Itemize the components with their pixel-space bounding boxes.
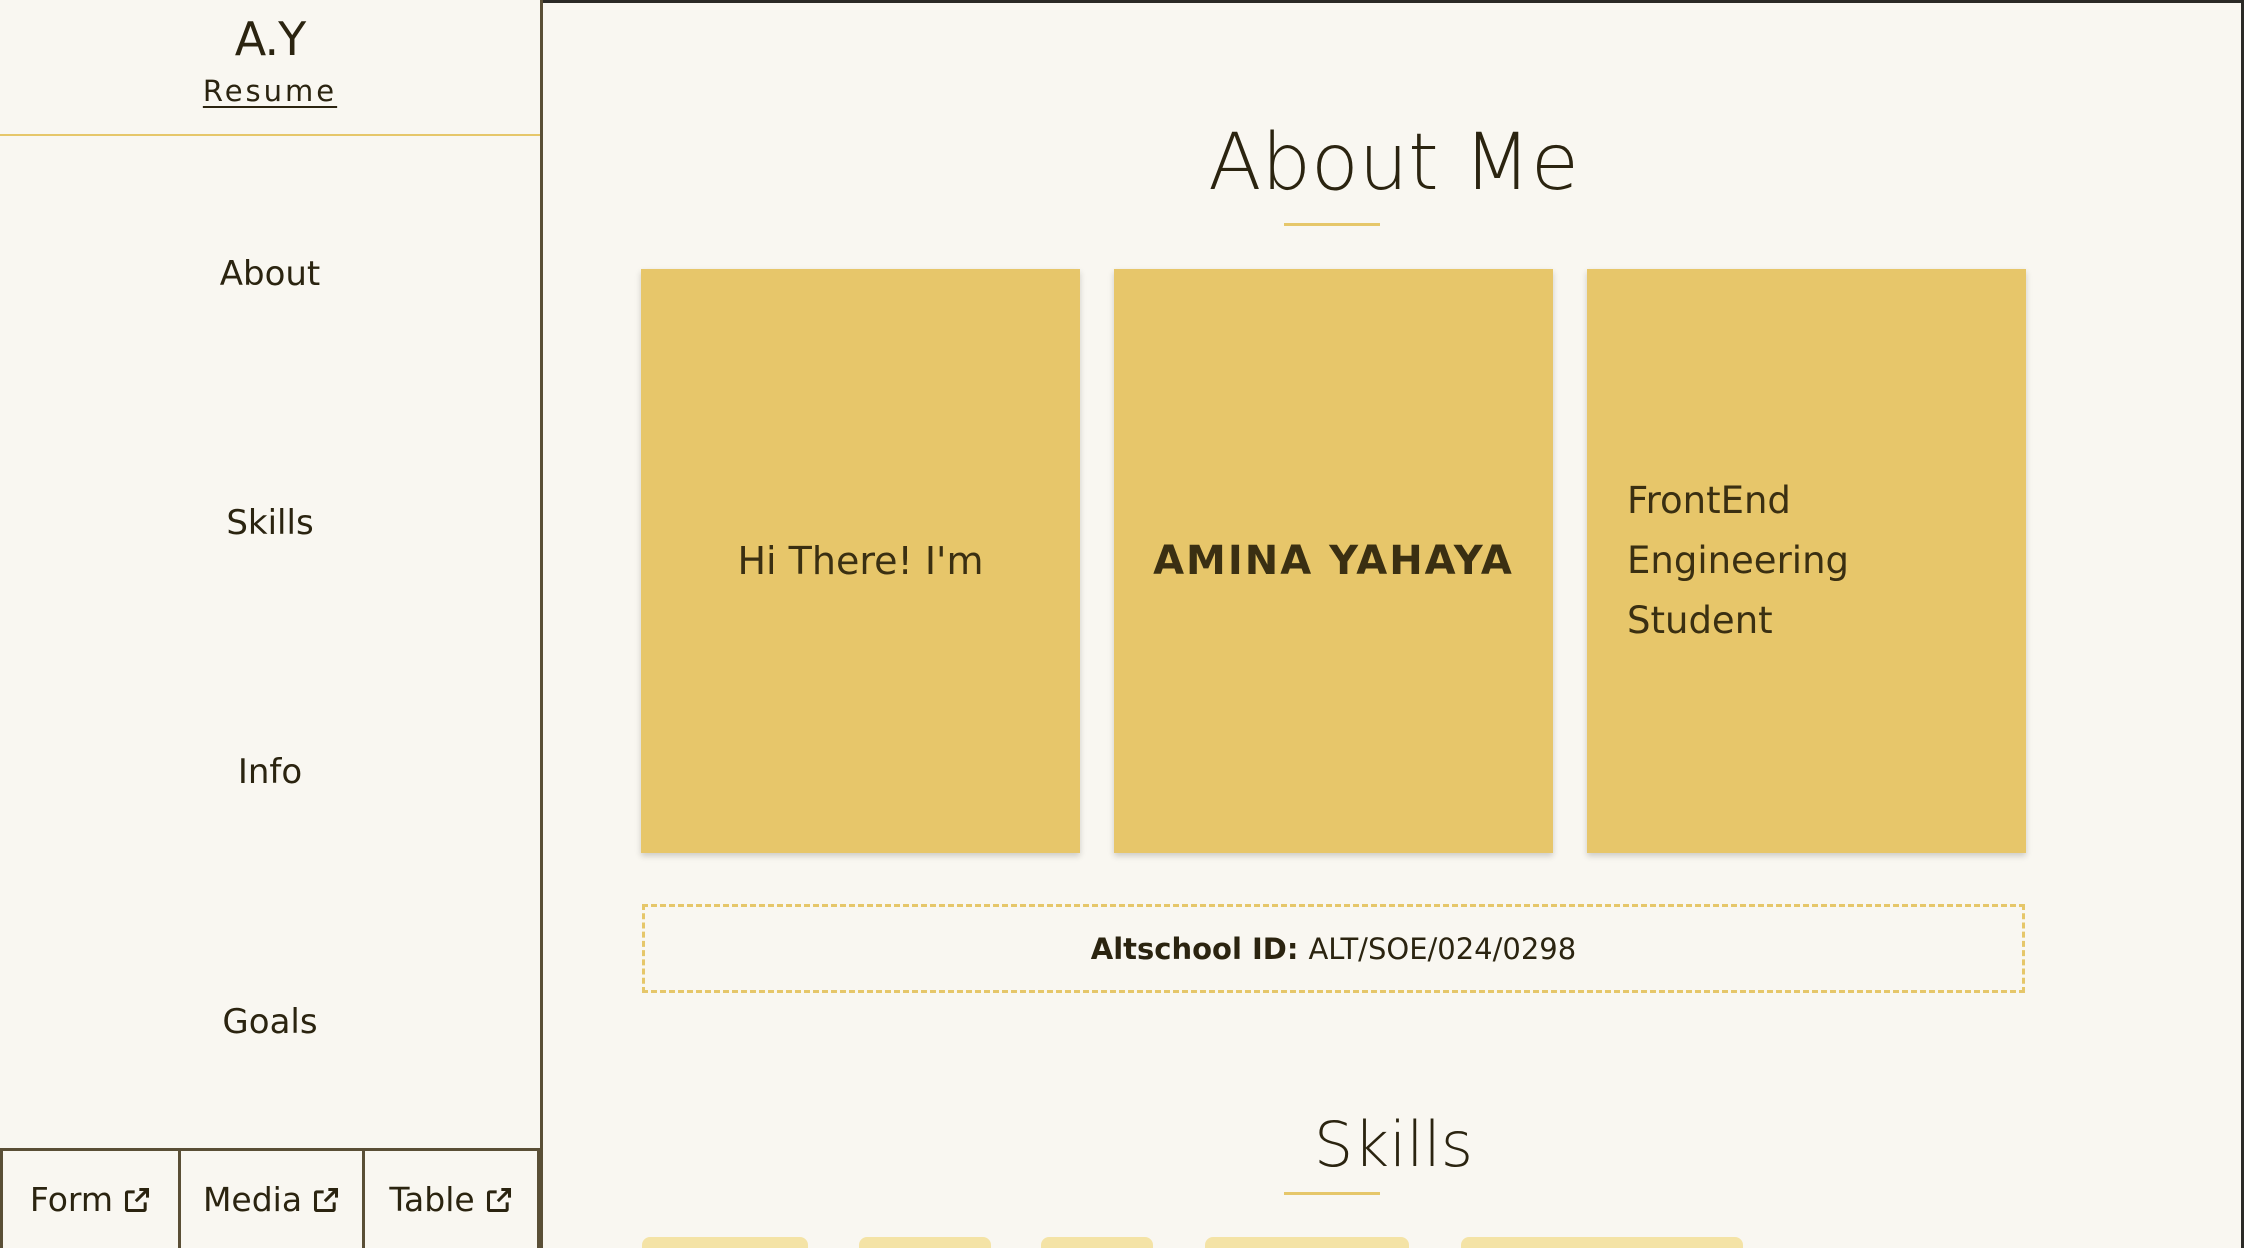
table-link-button[interactable]: Table [362,1148,540,1248]
about-title-underline [1284,223,1380,226]
altschool-id-box: Altschool ID: ALT/SOE/024/0298 [642,904,2025,993]
sidebar: A.Y Resume About Skills Info Goals Form … [0,0,543,1248]
skill-chip [859,1237,991,1248]
skill-chip [1041,1237,1153,1248]
role-card: FrontEnd Engineering Student [1587,269,2026,853]
nav-item-info[interactable]: Info [0,752,540,792]
table-link-label: Table [389,1180,475,1219]
name-card: AMINA YAHAYA [1114,269,1553,853]
form-link-label: Form [29,1180,114,1219]
brand-header: A.Y Resume [0,0,540,136]
greeting-card: Hi There! I'm [641,269,1080,853]
form-link-button[interactable]: Form [0,1148,181,1248]
external-link-icon [486,1187,511,1212]
external-links-bar: Form Media Table [0,1148,540,1248]
nav-item-about[interactable]: About [0,254,540,294]
skills-title-underline [1284,1192,1380,1195]
about-title: About Me [1208,118,1579,208]
nav-item-skills[interactable]: Skills [0,503,540,543]
skill-chip [642,1237,808,1248]
nav-item-goals[interactable]: Goals [0,1002,540,1042]
resume-link[interactable]: Resume [203,74,337,108]
skill-chip [1205,1237,1409,1248]
id-value: ALT/SOE/024/0298 [1308,931,1577,966]
external-link-icon [125,1187,150,1212]
main-content: About Me Hi There! I'm AMINA YAHAYA Fron… [543,0,2244,1248]
skill-chip [1461,1237,1743,1248]
name-text: AMINA YAHAYA [1153,538,1514,584]
external-link-icon [314,1187,339,1212]
role-text: FrontEnd Engineering Student [1627,479,1849,642]
brand-logo[interactable]: A.Y [0,0,540,66]
id-label: Altschool ID: [1090,931,1299,966]
greeting-text: Hi There! I'm [737,539,984,583]
skills-title: Skills [1313,1108,1474,1181]
media-link-button[interactable]: Media [178,1148,365,1248]
media-link-label: Media [202,1180,303,1219]
